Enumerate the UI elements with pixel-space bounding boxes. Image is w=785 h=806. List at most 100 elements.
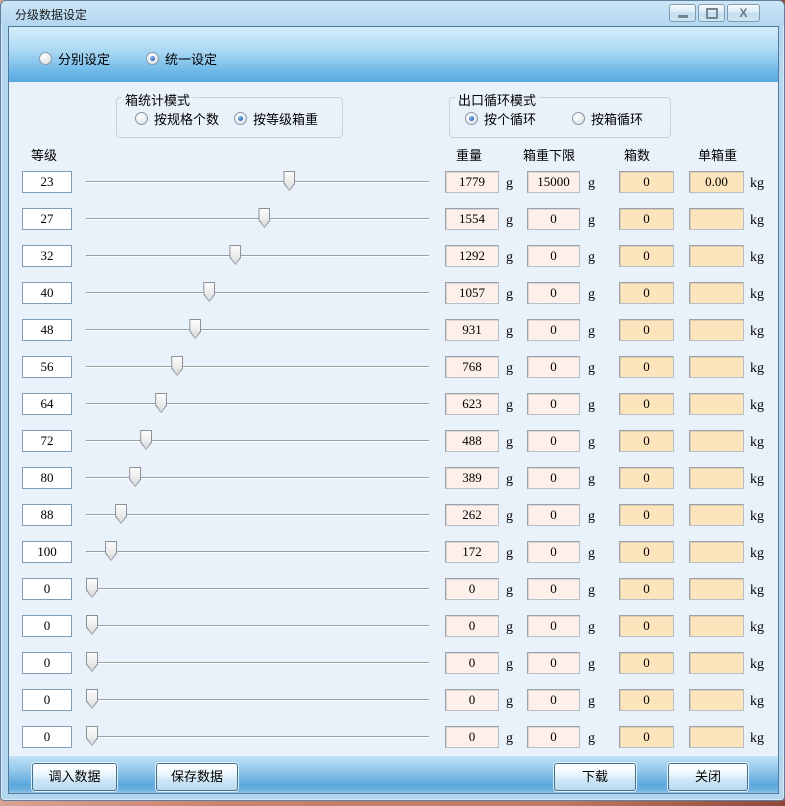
weight-field[interactable]: 1057 <box>445 282 499 304</box>
box-count-field[interactable]: 0 <box>619 393 674 415</box>
per-box-weight-field[interactable] <box>689 615 744 637</box>
per-box-weight-field[interactable] <box>689 652 744 674</box>
weight-field[interactable]: 623 <box>445 393 499 415</box>
weight-slider[interactable] <box>86 319 431 341</box>
weight-field[interactable]: 0 <box>445 652 499 674</box>
slider-thumb[interactable] <box>258 208 270 228</box>
radio-set-unified[interactable]: 统一设定 <box>146 51 217 65</box>
box-count-field[interactable]: 0 <box>619 245 674 267</box>
slider-track[interactable] <box>86 329 429 330</box>
close-dialog-button[interactable]: 关闭 <box>668 763 748 791</box>
box-weight-min-field[interactable]: 0 <box>527 689 580 711</box>
weight-slider[interactable] <box>86 467 431 489</box>
weight-slider[interactable] <box>86 615 431 637</box>
weight-field[interactable]: 1292 <box>445 245 499 267</box>
load-data-button[interactable]: 调入数据 <box>32 763 117 791</box>
box-count-field[interactable]: 0 <box>619 504 674 526</box>
weight-slider[interactable] <box>86 208 431 230</box>
slider-track[interactable] <box>86 662 429 663</box>
box-weight-min-field[interactable]: 0 <box>527 726 580 748</box>
per-box-weight-field[interactable] <box>689 578 744 600</box>
box-weight-min-field[interactable]: 0 <box>527 541 580 563</box>
save-data-button[interactable]: 保存数据 <box>156 763 238 791</box>
radio-by-grade-box-weight[interactable]: 按等级箱重 <box>234 111 318 125</box>
box-count-field[interactable]: 0 <box>619 689 674 711</box>
slider-track[interactable] <box>86 699 429 700</box>
slider-thumb[interactable] <box>115 504 127 524</box>
slider-thumb[interactable] <box>155 393 167 413</box>
box-count-field[interactable]: 0 <box>619 467 674 489</box>
box-weight-min-field[interactable]: 0 <box>527 319 580 341</box>
radio-icon[interactable] <box>146 52 159 65</box>
slider-thumb[interactable] <box>189 319 201 339</box>
box-weight-min-field[interactable]: 0 <box>527 430 580 452</box>
per-box-weight-field[interactable] <box>689 726 744 748</box>
grade-input[interactable] <box>22 430 72 452</box>
weight-field[interactable]: 0 <box>445 689 499 711</box>
weight-field[interactable]: 768 <box>445 356 499 378</box>
grade-input[interactable] <box>22 171 72 193</box>
per-box-weight-field[interactable] <box>689 393 744 415</box>
slider-thumb[interactable] <box>283 171 295 191</box>
box-count-field[interactable]: 0 <box>619 541 674 563</box>
download-button[interactable]: 下载 <box>554 763 636 791</box>
radio-icon[interactable] <box>572 112 585 125</box>
grade-input[interactable] <box>22 282 72 304</box>
grade-input[interactable] <box>22 689 72 711</box>
slider-thumb[interactable] <box>86 578 98 598</box>
weight-slider[interactable] <box>86 282 431 304</box>
box-weight-min-field[interactable]: 0 <box>527 245 580 267</box>
box-weight-min-field[interactable]: 0 <box>527 282 580 304</box>
box-weight-min-field[interactable]: 0 <box>527 356 580 378</box>
slider-track[interactable] <box>86 440 429 441</box>
slider-thumb[interactable] <box>171 356 183 376</box>
slider-track[interactable] <box>86 551 429 552</box>
title-bar[interactable]: 分级数据设定 X <box>1 1 784 25</box>
weight-slider[interactable] <box>86 689 431 711</box>
slider-thumb[interactable] <box>229 245 241 265</box>
weight-field[interactable]: 1554 <box>445 208 499 230</box>
weight-field[interactable]: 172 <box>445 541 499 563</box>
grade-input[interactable] <box>22 319 72 341</box>
grade-input[interactable] <box>22 652 72 674</box>
slider-track[interactable] <box>86 181 429 182</box>
weight-slider[interactable] <box>86 578 431 600</box>
weight-slider[interactable] <box>86 726 431 748</box>
weight-field[interactable]: 0 <box>445 578 499 600</box>
slider-track[interactable] <box>86 514 429 515</box>
per-box-weight-field[interactable] <box>689 541 744 563</box>
maximize-button[interactable] <box>698 4 725 22</box>
box-weight-min-field[interactable]: 0 <box>527 393 580 415</box>
radio-cycle-per-box[interactable]: 按箱循环 <box>572 111 643 125</box>
grade-input[interactable] <box>22 356 72 378</box>
slider-thumb[interactable] <box>203 282 215 302</box>
close-button[interactable]: X <box>727 4 760 22</box>
per-box-weight-field[interactable] <box>689 356 744 378</box>
radio-by-spec-count[interactable]: 按规格个数 <box>135 111 219 125</box>
slider-thumb[interactable] <box>86 689 98 709</box>
per-box-weight-field[interactable] <box>689 245 744 267</box>
slider-track[interactable] <box>86 218 429 219</box>
slider-track[interactable] <box>86 403 429 404</box>
weight-field[interactable]: 931 <box>445 319 499 341</box>
slider-track[interactable] <box>86 625 429 626</box>
weight-slider[interactable] <box>86 245 431 267</box>
per-box-weight-field[interactable] <box>689 504 744 526</box>
box-weight-min-field[interactable]: 0 <box>527 615 580 637</box>
box-count-field[interactable]: 0 <box>619 578 674 600</box>
weight-slider[interactable] <box>86 393 431 415</box>
weight-field[interactable]: 0 <box>445 726 499 748</box>
per-box-weight-field[interactable] <box>689 208 744 230</box>
box-count-field[interactable]: 0 <box>619 208 674 230</box>
box-weight-min-field[interactable]: 0 <box>527 467 580 489</box>
slider-thumb[interactable] <box>86 615 98 635</box>
weight-field[interactable]: 488 <box>445 430 499 452</box>
per-box-weight-field[interactable] <box>689 282 744 304</box>
radio-set-separately[interactable]: 分别设定 <box>39 51 110 65</box>
box-count-field[interactable]: 0 <box>619 356 674 378</box>
per-box-weight-field[interactable] <box>689 430 744 452</box>
box-count-field[interactable]: 0 <box>619 319 674 341</box>
box-weight-min-field[interactable]: 0 <box>527 578 580 600</box>
minimize-button[interactable] <box>669 4 696 22</box>
slider-track[interactable] <box>86 366 429 367</box>
